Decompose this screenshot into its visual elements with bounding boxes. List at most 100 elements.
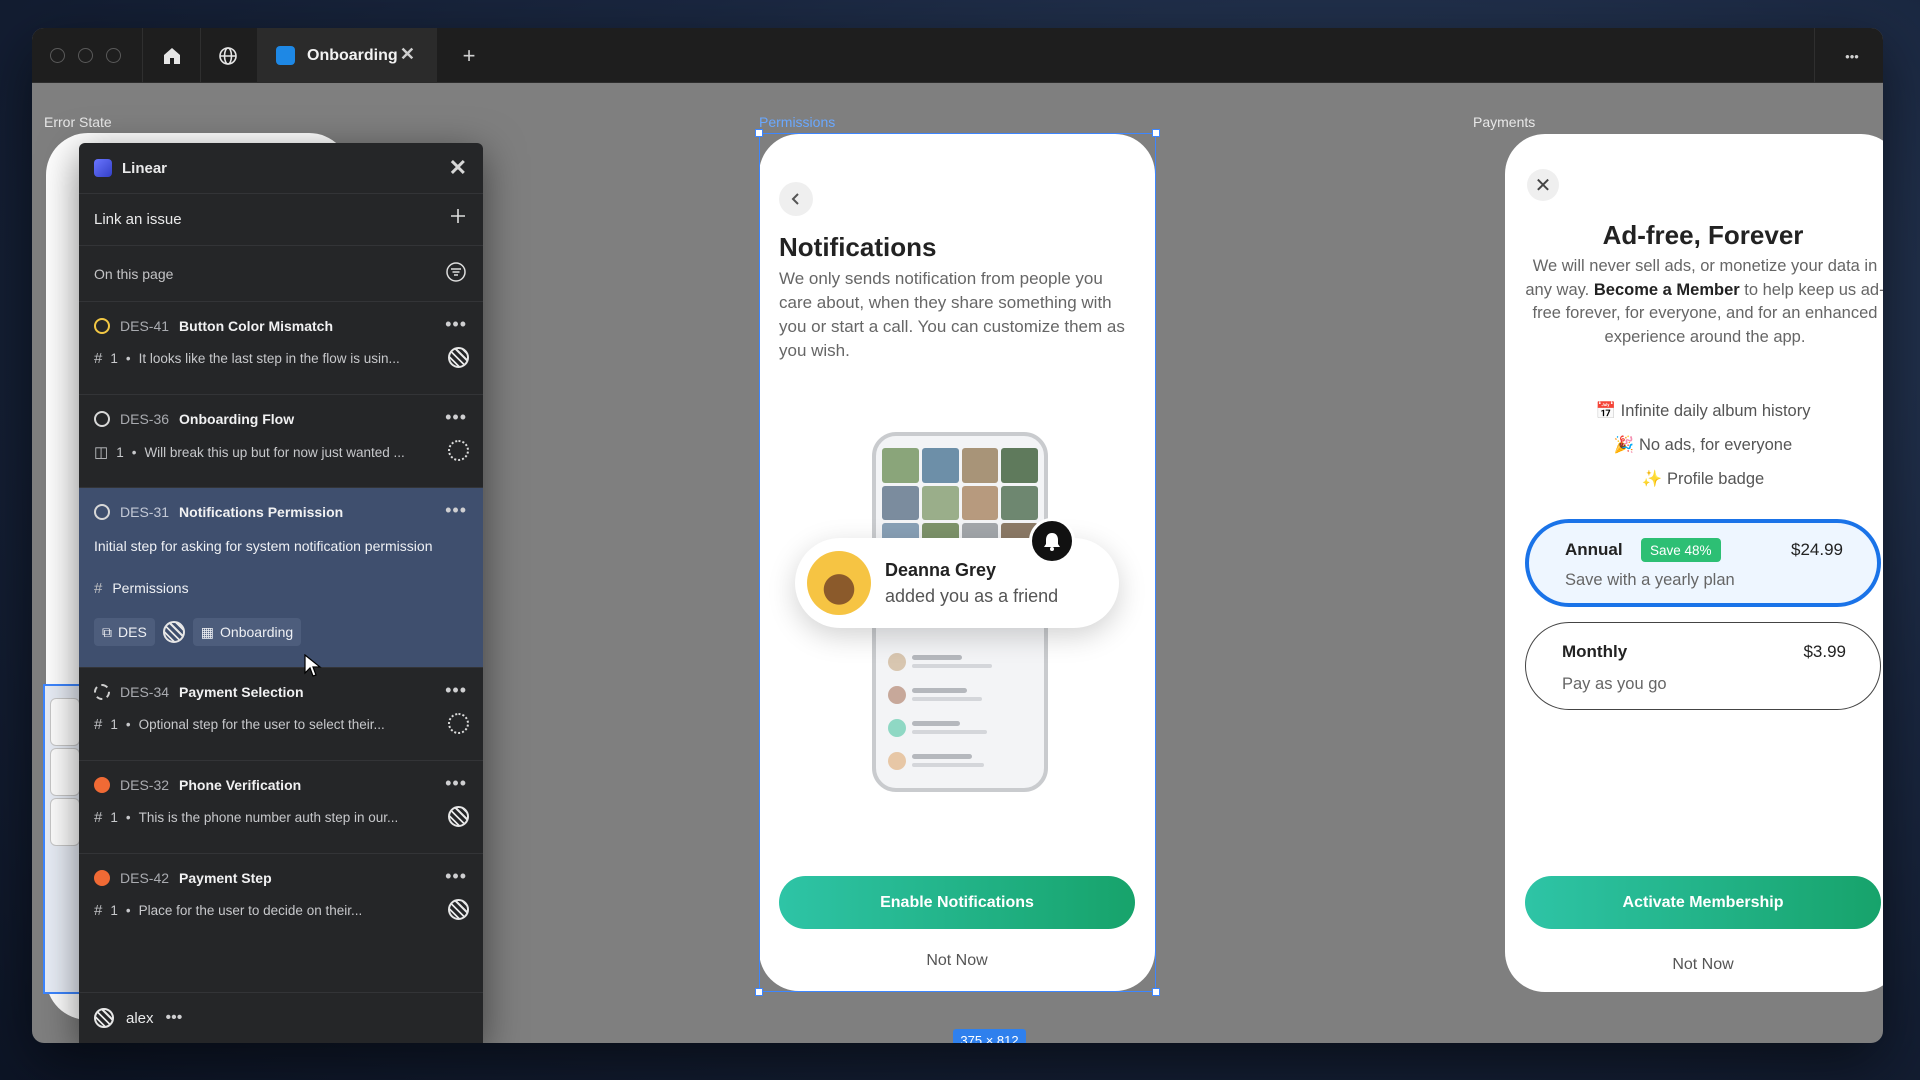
more-options-icon[interactable]: ••• <box>445 773 467 794</box>
plan-price: $3.99 <box>1803 642 1846 661</box>
plan-option-monthly[interactable]: Monthly $3.99 Pay as you go <box>1525 622 1881 710</box>
link-issue-label: Link an issue <box>94 211 182 228</box>
permissions-description: We only sends notification from people y… <box>779 269 1125 360</box>
minimize-window-button[interactable] <box>78 48 93 63</box>
close-icon[interactable]: ✕ <box>1527 169 1559 201</box>
more-options-icon[interactable]: ••• <box>445 407 467 428</box>
more-options-icon[interactable]: ••• <box>445 866 467 887</box>
home-icon[interactable] <box>159 43 185 69</box>
app-window: Onboarding ✕ + ••• Error State Permissio… <box>32 28 1883 1043</box>
enable-notifications-button[interactable]: Enable Notifications <box>779 876 1135 929</box>
assignee-avatar[interactable] <box>448 899 469 920</box>
issue-snippet: It looks like the last step in the flow … <box>138 351 400 366</box>
more-options-icon[interactable]: ••• <box>166 1009 183 1027</box>
more-options-icon[interactable]: ••• <box>445 314 467 335</box>
feature-item: ✨ Profile badge <box>1641 470 1765 488</box>
tab-onboarding[interactable]: Onboarding ✕ <box>257 28 437 83</box>
section-label: On this page <box>94 265 174 282</box>
permissions-screen[interactable]: Notifications We only sends notification… <box>759 134 1155 991</box>
issue-id: DES-32 <box>120 777 170 793</box>
status-backlog-icon[interactable] <box>94 684 110 700</box>
issue-row[interactable]: DES-41 Button Color Mismatch ••• # 1 • It… <box>79 302 483 395</box>
unassigned-icon[interactable] <box>448 440 469 461</box>
payments-screen[interactable]: ✕ Ad-free, Forever We will never sell ad… <box>1505 134 1883 992</box>
team-icon: ⧉ <box>102 623 112 640</box>
resize-handle[interactable] <box>755 988 763 996</box>
issue-title: Payment Selection <box>179 684 304 700</box>
issue-id: DES-42 <box>120 870 170 886</box>
issue-row[interactable]: DES-34 Payment Selection ••• # 1 • Option… <box>79 668 483 761</box>
linear-header: Linear ✕ <box>79 143 483 194</box>
status-in-progress-icon[interactable] <box>94 318 110 334</box>
activate-membership-button[interactable]: Activate Membership <box>1525 876 1881 929</box>
link-issue-row[interactable]: Link an issue <box>79 194 483 246</box>
assignee-avatar[interactable] <box>448 806 469 827</box>
plan-option-annual[interactable]: Annual Save 48% $24.99 Save with a yearl… <box>1525 519 1881 607</box>
comment-count: 1 <box>110 351 118 366</box>
issue-id: DES-36 <box>120 411 170 427</box>
issue-id: DES-41 <box>120 318 170 334</box>
status-urgent-icon[interactable] <box>94 870 110 886</box>
assignee-avatar[interactable] <box>162 621 185 643</box>
frame-icon: ◫ <box>94 444 109 461</box>
project-chip[interactable]: ▦ Onboarding <box>192 618 302 646</box>
more-options-icon[interactable]: ••• <box>1837 43 1867 69</box>
linear-footer: alex ••• <box>79 992 483 1043</box>
close-icon[interactable]: ✕ <box>449 157 467 179</box>
issue-row[interactable]: DES-32 Phone Verification ••• # 1 • This … <box>79 761 483 854</box>
issue-row-active[interactable]: DES-31 Notifications Permission ••• Init… <box>79 488 483 668</box>
unassigned-icon[interactable] <box>448 713 469 734</box>
filter-icon[interactable] <box>445 261 467 287</box>
notification-name: Deanna Grey <box>885 560 997 580</box>
plan-name: Monthly <box>1562 642 1628 661</box>
feature-item: 📅 Infinite daily album history <box>1595 402 1811 420</box>
issue-id: DES-34 <box>120 684 170 700</box>
issue-row[interactable]: DES-42 Payment Step ••• # 1 • Place for t… <box>79 854 483 947</box>
frame-size-tag: 375 × 812 <box>953 1029 1026 1043</box>
close-window-button[interactable] <box>50 48 65 63</box>
resize-handle[interactable] <box>1152 129 1160 137</box>
issue-description: Initial step for asking for system notif… <box>94 538 433 554</box>
page-title: Notifications <box>779 232 937 262</box>
error-input-box <box>50 748 80 796</box>
status-urgent-icon[interactable] <box>94 777 110 793</box>
more-options-icon[interactable]: ••• <box>445 680 467 701</box>
issue-snippet: This is the phone number auth step in ou… <box>138 810 399 825</box>
team-chip[interactable]: ⧉ DES <box>94 618 155 646</box>
plan-subtitle: Pay as you go <box>1562 675 1667 693</box>
maximize-window-button[interactable] <box>106 48 121 63</box>
issue-snippet: Optional step for the user to select the… <box>138 717 385 732</box>
hash-icon: # <box>94 350 103 367</box>
issue-row[interactable]: DES-36 Onboarding Flow ••• ◫ 1 • Will bre… <box>79 395 483 488</box>
not-now-button[interactable]: Not Now <box>1525 956 1881 974</box>
resize-handle[interactable] <box>755 129 763 137</box>
frame-label-error-state[interactable]: Error State <box>44 114 112 130</box>
back-button[interactable] <box>779 182 813 216</box>
page-title: Ad-free, Forever <box>1602 220 1804 250</box>
hash-icon: # <box>94 902 103 919</box>
frame-label-permissions[interactable]: Permissions <box>759 114 835 130</box>
grid-icon: ▦ <box>200 623 215 640</box>
not-now-button[interactable]: Not Now <box>779 952 1135 970</box>
notification-text: added you as a friend <box>885 586 1059 606</box>
avatar[interactable] <box>94 1008 114 1028</box>
bell-icon <box>1029 518 1075 564</box>
status-todo-icon[interactable] <box>94 411 110 427</box>
comment-count: 1 <box>110 717 118 732</box>
globe-icon[interactable] <box>215 43 241 69</box>
new-tab-button[interactable]: + <box>456 43 482 69</box>
hash-icon: # <box>94 809 103 826</box>
more-options-icon[interactable]: ••• <box>445 500 467 521</box>
plan-name: Annual <box>1565 540 1623 559</box>
assignee-avatar[interactable] <box>448 347 469 368</box>
plus-icon[interactable] <box>449 207 467 229</box>
hash-icon: # <box>94 580 103 597</box>
resize-handle[interactable] <box>1152 988 1160 996</box>
issue-title: Payment Step <box>179 870 272 886</box>
frame-label-payments[interactable]: Payments <box>1473 114 1535 130</box>
panel-title: Linear <box>122 159 168 177</box>
close-tab-icon[interactable]: ✕ <box>400 44 415 65</box>
status-todo-icon[interactable] <box>94 504 110 520</box>
cursor-icon <box>304 654 322 677</box>
issue-title: Phone Verification <box>179 777 302 793</box>
